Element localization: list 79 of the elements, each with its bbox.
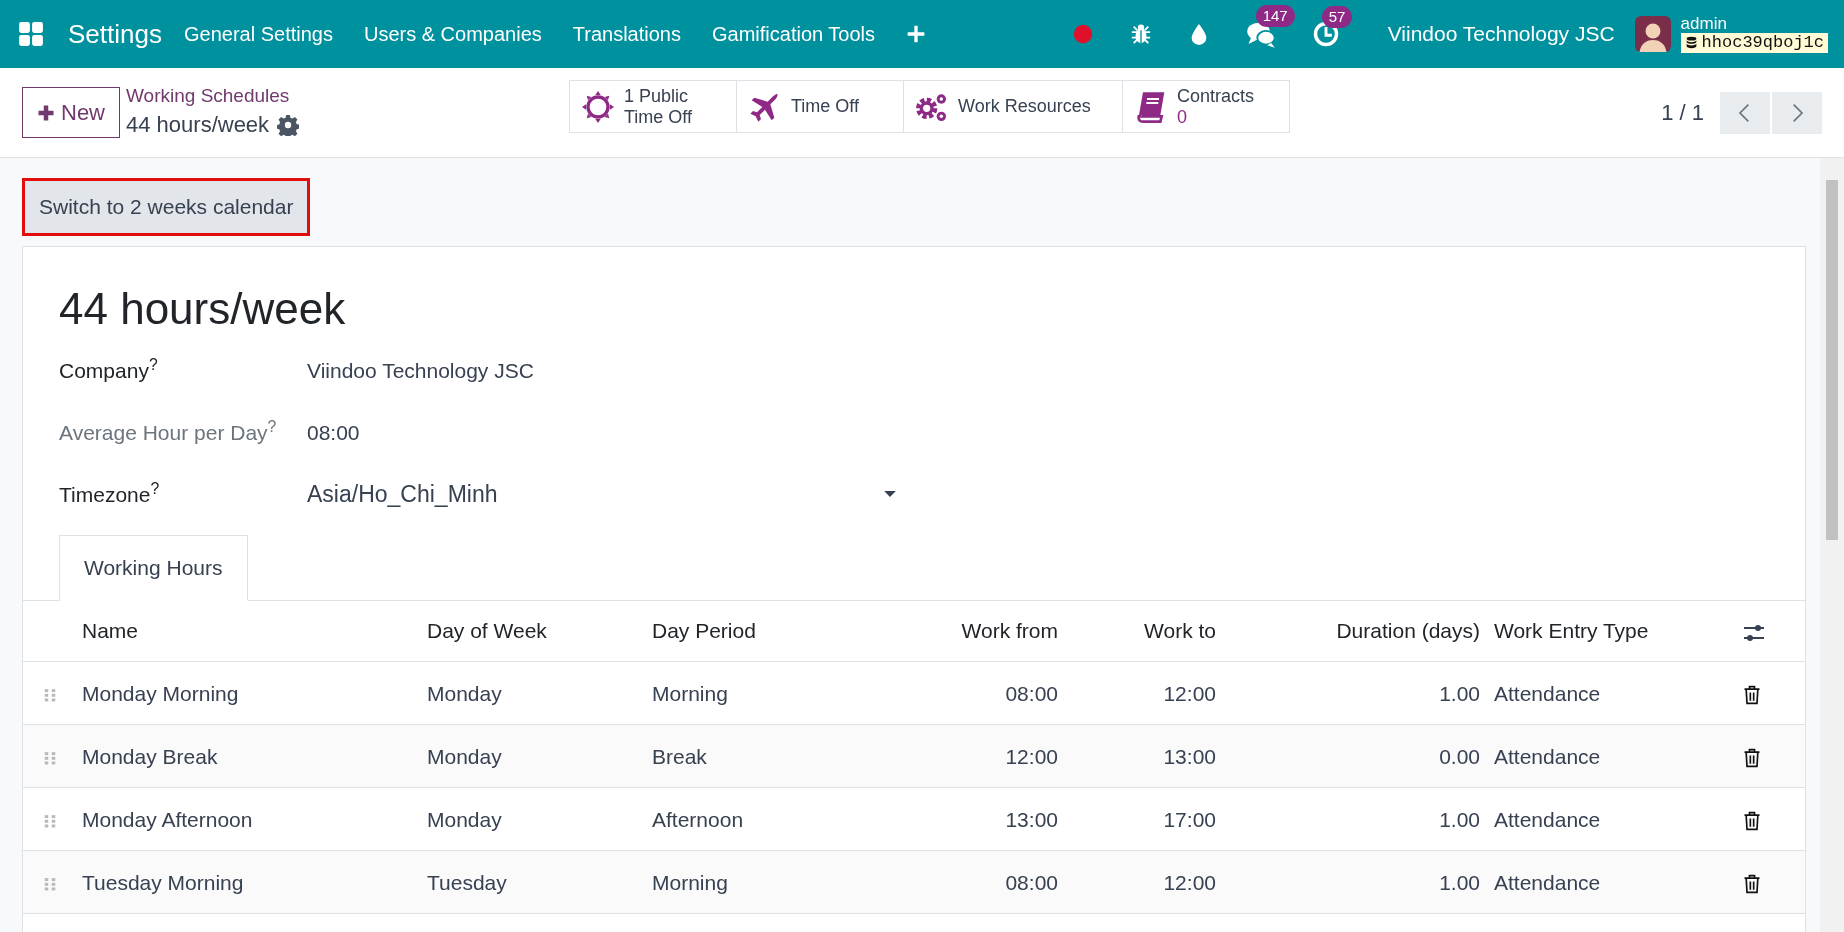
column-header[interactable]: Work to (1144, 619, 1216, 643)
gear-icon[interactable] (277, 113, 300, 136)
avatar-icon[interactable] (1634, 16, 1671, 52)
column-header[interactable]: Name (82, 619, 139, 643)
table-cell: 08:00 (1005, 870, 1058, 894)
counter-badge: 57 (1321, 6, 1353, 28)
smart-button[interactable]: Contracts 0 (1122, 80, 1290, 133)
new-button[interactable]: New (22, 87, 120, 138)
trash-icon[interactable] (1742, 684, 1762, 706)
table-cell: Monday (427, 807, 502, 831)
clock-icon[interactable] (1311, 20, 1340, 48)
table-cell: 13:00 (1005, 807, 1058, 831)
next-button[interactable] (1772, 91, 1822, 134)
plus-icon (37, 103, 55, 122)
trash-icon[interactable] (1742, 747, 1762, 769)
table-cell: 12:00 (1163, 870, 1216, 894)
column-header[interactable]: Work Entry Type (1494, 619, 1649, 643)
menu-item[interactable]: Translations (572, 19, 681, 49)
plus-icon[interactable] (906, 24, 927, 44)
table-cell: Attendance (1494, 870, 1601, 894)
timezone-select[interactable]: Asia/Ho_Chi_Minh (307, 477, 897, 512)
table-cell: Monday Morning (82, 681, 239, 705)
table-cell: Morning (652, 870, 728, 894)
table-cell: Tuesday (427, 870, 507, 894)
column-header[interactable]: Day of Week (427, 619, 547, 643)
table-cell: 12:00 (1005, 744, 1058, 768)
trash-icon[interactable] (1742, 810, 1762, 832)
app-name[interactable]: Settings (68, 14, 162, 54)
smart-button[interactable]: Work Resources (903, 80, 1123, 133)
record-title: 44 hours/week (126, 111, 270, 139)
table-cell: Afternoon (652, 807, 744, 831)
table-cell: 17:00 (1163, 807, 1216, 831)
table-cell: 1.00 (1439, 870, 1480, 894)
menu-item[interactable]: Gamification Tools (712, 19, 876, 49)
tab[interactable]: Working Hours (59, 535, 248, 601)
field-label: Company$^{?}$ (59, 354, 159, 384)
table-cell: Monday (427, 744, 502, 768)
table-cell: Attendance (1494, 807, 1601, 831)
table-cell: 12:00 (1163, 681, 1216, 705)
counter-badge: 147 (1255, 5, 1295, 27)
database-icon (1684, 36, 1698, 50)
company-switcher[interactable]: Viindoo Technology JSC (1387, 18, 1615, 50)
table-cell: 1.00 (1439, 681, 1480, 705)
column-header[interactable]: Day Period (652, 619, 756, 643)
table-cell: 08:00 (1005, 681, 1058, 705)
table-cell: 13:00 (1163, 744, 1216, 768)
breadcrumb-link[interactable]: Working Schedules (126, 84, 300, 108)
field-label: Timezone$^{?}$ (59, 478, 161, 508)
user-name[interactable]: admin (1680, 14, 1828, 33)
smart-button[interactable]: 1 Public Time Off (569, 80, 737, 133)
field-value: Viindoo Technology JSC (307, 357, 534, 384)
table-cell: Break (652, 744, 707, 768)
table-cell: Attendance (1494, 744, 1601, 768)
field-label: Average Hour per Day$^{?}$ (59, 416, 278, 446)
book-icon (1135, 90, 1167, 123)
column-header[interactable]: Work from (961, 619, 1058, 643)
previous-button[interactable] (1720, 91, 1770, 134)
menu-item[interactable]: Users & Companies (363, 19, 542, 49)
menu-item[interactable]: General Settings (183, 19, 333, 49)
scrollbar[interactable] (1820, 158, 1844, 932)
field-value: 08:00 (307, 419, 360, 446)
smart-button[interactable]: Time Off (736, 80, 904, 133)
apps-menu-icon[interactable] (18, 21, 44, 47)
bug-icon[interactable] (1129, 23, 1152, 45)
pager-value: 1 / 1 (1661, 99, 1704, 127)
record-name: 44 hours/week (59, 282, 347, 335)
database-label: hhoc39qboj1c (1680, 32, 1828, 53)
switch-calendar-button[interactable]: Switch to 2 weeks calendar (22, 178, 311, 236)
table-cell: Attendance (1494, 681, 1601, 705)
table-cell: Tuesday Morning (82, 870, 244, 894)
table-cell: Monday Afternoon (82, 807, 253, 831)
table-cell: Monday (427, 681, 502, 705)
trash-icon[interactable] (1742, 873, 1762, 895)
table-cell: 1.00 (1439, 807, 1480, 831)
table-cell: Morning (652, 681, 728, 705)
column-header[interactable]: Duration (days) (1336, 619, 1480, 643)
table-cell: 0.00 (1439, 744, 1480, 768)
table-cell: Monday Break (82, 744, 218, 768)
sun-icon (582, 90, 614, 123)
